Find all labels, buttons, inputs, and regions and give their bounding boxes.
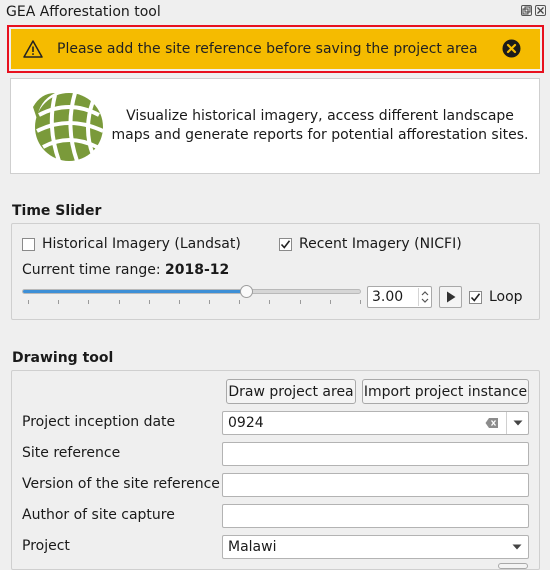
slider-tick: [329, 300, 331, 304]
info-panel: Visualize historical imagery, access dif…: [10, 78, 540, 174]
inception-date-value: 0924: [228, 415, 264, 431]
time-slider-handle[interactable]: [239, 285, 253, 298]
warning-banner: Please add the site reference before sav…: [11, 29, 540, 69]
time-slider-fill: [23, 290, 247, 293]
warning-banner-frame: Please add the site reference before sav…: [7, 25, 544, 73]
site-reference-version-input[interactable]: [222, 473, 529, 497]
slider-tick: [118, 300, 120, 304]
speed-value: 3.00: [372, 289, 404, 305]
project-label: Project: [22, 538, 70, 554]
import-project-instance-button[interactable]: Import project instance: [362, 379, 529, 404]
site-reference-input[interactable]: [222, 442, 529, 466]
time-range-value: 2018-12: [165, 262, 230, 278]
spin-arrows-icon[interactable]: [418, 288, 430, 306]
time-slider-title: Time Slider: [12, 203, 102, 219]
slider-tick: [269, 300, 271, 304]
loop-checkbox-box[interactable]: [469, 290, 482, 304]
title-bar: GEA Afforestation tool: [0, 0, 550, 24]
warning-icon: [23, 40, 43, 58]
historical-imagery-checkbox[interactable]: Historical Imagery (Landsat): [22, 236, 241, 252]
slider-tick: [148, 300, 150, 304]
site-reference-version-label: Version of the site reference: [22, 476, 220, 492]
author-input[interactable]: [222, 504, 529, 528]
globe-logo-icon: [33, 92, 104, 162]
loop-label: Loop: [489, 289, 523, 305]
time-range-row: Current time range: 2018-12: [22, 262, 229, 278]
close-banner-icon[interactable]: [502, 39, 521, 58]
draw-project-area-button[interactable]: Draw project area: [226, 379, 356, 404]
slider-tick: [28, 300, 29, 304]
recent-imagery-label: Recent Imagery (NICFI): [299, 236, 462, 252]
author-label: Author of site capture: [22, 507, 175, 523]
time-range-label: Current time range:: [22, 262, 161, 278]
inception-date-combo[interactable]: 0924: [222, 411, 529, 435]
slider-tick: [360, 300, 361, 304]
dropdown-arrow-icon[interactable]: [506, 536, 528, 558]
site-reference-label: Site reference: [22, 445, 121, 461]
tool-description: Visualize historical imagery, access dif…: [111, 108, 529, 143]
close-window-icon[interactable]: [535, 5, 546, 16]
checkmark-icon: [280, 239, 291, 249]
time-slider-track[interactable]: [22, 285, 361, 298]
loop-checkbox[interactable]: Loop: [469, 289, 523, 305]
slider-tick: [58, 300, 60, 304]
checkmark-icon: [470, 292, 481, 302]
partial-button[interactable]: [498, 563, 528, 569]
dropdown-arrow-icon[interactable]: [506, 412, 528, 434]
time-slider-ticks: [28, 300, 361, 304]
historical-checkbox-box[interactable]: [22, 237, 35, 251]
inception-date-label: Project inception date: [22, 414, 176, 430]
window-title: GEA Afforestation tool: [6, 4, 161, 20]
project-combo[interactable]: Malawi: [222, 535, 529, 559]
project-value: Malawi: [228, 539, 277, 555]
clear-input-icon[interactable]: [485, 417, 499, 429]
slider-tick: [209, 300, 211, 304]
drawing-tool-title: Drawing tool: [12, 350, 114, 366]
slider-tick: [88, 300, 90, 304]
warning-message: Please add the site reference before sav…: [57, 41, 478, 57]
speed-spinbox[interactable]: 3.00: [367, 286, 432, 308]
play-icon: [446, 291, 455, 303]
recent-imagery-checkbox[interactable]: Recent Imagery (NICFI): [279, 236, 462, 252]
slider-tick: [299, 300, 301, 304]
float-window-icon[interactable]: [521, 5, 532, 16]
recent-checkbox-box[interactable]: [279, 237, 292, 251]
slider-tick: [239, 300, 241, 304]
historical-imagery-label: Historical Imagery (Landsat): [42, 236, 241, 252]
slider-tick: [178, 300, 180, 304]
play-button[interactable]: [439, 286, 462, 308]
